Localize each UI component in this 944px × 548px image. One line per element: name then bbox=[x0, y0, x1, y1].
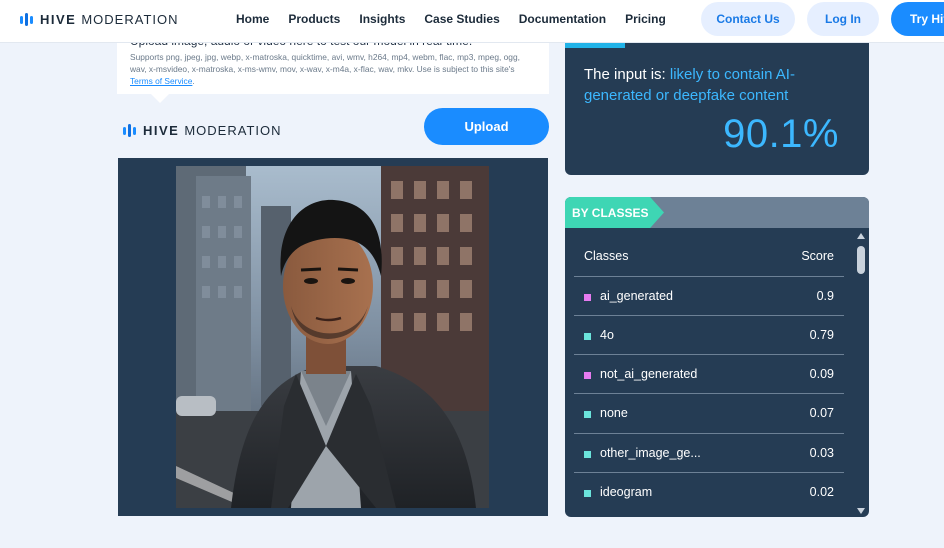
uploaded-photo bbox=[176, 166, 489, 508]
nav-home[interactable]: Home bbox=[236, 12, 269, 26]
class-color-dot bbox=[584, 333, 591, 340]
class-color-dot bbox=[584, 490, 591, 497]
class-color-dot bbox=[584, 451, 591, 458]
class-score: 0.09 bbox=[809, 367, 834, 381]
by-classes-tag: BY CLASSES bbox=[565, 197, 664, 228]
class-color-dot bbox=[584, 372, 591, 379]
result-summary-panel: The input is: likely to contain AI-gener… bbox=[565, 40, 869, 175]
nav-case-studies[interactable]: Case Studies bbox=[424, 12, 499, 26]
class-score: 0.02 bbox=[809, 485, 834, 499]
logo-subbrand: MODERATION bbox=[184, 123, 282, 138]
class-name: none bbox=[600, 406, 628, 420]
table-row: ideogram 0.02 bbox=[574, 472, 844, 511]
hive-logo[interactable]: HIVE MODERATION bbox=[20, 12, 179, 27]
portrait-photo-icon bbox=[176, 166, 489, 508]
result-score: 90.1% bbox=[723, 112, 839, 156]
class-score: 0.9 bbox=[816, 289, 834, 303]
table-row: ai_generated 0.9 bbox=[574, 276, 844, 315]
nav-documentation[interactable]: Documentation bbox=[519, 12, 606, 26]
logo-brand: HIVE bbox=[40, 12, 77, 27]
scroll-thumb[interactable] bbox=[857, 246, 865, 274]
contact-us-button[interactable]: Contact Us bbox=[701, 2, 795, 36]
logo-brand: HIVE bbox=[143, 123, 180, 138]
class-color-dot bbox=[584, 294, 591, 301]
scroll-down-arrow-icon[interactable] bbox=[857, 508, 865, 514]
result-statement: The input is: likely to contain AI-gener… bbox=[584, 64, 854, 106]
class-score: 0.03 bbox=[809, 446, 834, 460]
supported-formats-end: . bbox=[192, 76, 195, 86]
class-name: ai_generated bbox=[600, 289, 673, 303]
hive-logo-icon bbox=[123, 124, 136, 137]
classes-header: BY CLASSES bbox=[565, 197, 869, 228]
class-name: other_image_ge... bbox=[600, 446, 701, 460]
login-button[interactable]: Log In bbox=[807, 2, 879, 36]
upload-card-pointer bbox=[150, 93, 170, 103]
upload-button[interactable]: Upload bbox=[424, 108, 549, 145]
result-prefix: The input is: bbox=[584, 66, 666, 83]
supported-formats-text: Supports png, jpeg, jpg, webp, x-matrosk… bbox=[130, 52, 520, 74]
top-nav: HIVE MODERATION Home Products Insights C… bbox=[0, 0, 944, 43]
classes-panel: BY CLASSES Classes Score ai_generated 0.… bbox=[565, 197, 869, 517]
nav-products[interactable]: Products bbox=[288, 12, 340, 26]
class-score: 0.79 bbox=[809, 328, 834, 342]
nav-insights[interactable]: Insights bbox=[359, 12, 405, 26]
classes-scrollbar[interactable] bbox=[855, 230, 868, 517]
table-row: not_ai_generated 0.09 bbox=[574, 354, 844, 393]
image-preview-panel bbox=[118, 158, 548, 516]
terms-of-service-link[interactable]: Terms of Service bbox=[130, 76, 192, 86]
class-name: 4o bbox=[600, 328, 614, 342]
column-header-score: Score bbox=[801, 249, 834, 263]
class-score: 0.07 bbox=[809, 406, 834, 420]
table-row: other_image_ge... 0.03 bbox=[574, 433, 844, 472]
hive-logo-secondary: HIVE MODERATION bbox=[123, 123, 282, 138]
class-color-dot bbox=[584, 411, 591, 418]
logo-subbrand: MODERATION bbox=[81, 12, 179, 27]
column-header-classes: Classes bbox=[584, 249, 629, 263]
table-row: none 0.07 bbox=[574, 393, 844, 432]
nav-links: Home Products Insights Case Studies Docu… bbox=[236, 12, 685, 26]
nav-pricing[interactable]: Pricing bbox=[625, 12, 666, 26]
scroll-up-arrow-icon[interactable] bbox=[857, 233, 865, 239]
class-name: not_ai_generated bbox=[600, 367, 698, 381]
class-name: ideogram bbox=[600, 485, 653, 499]
table-row: 4o 0.79 bbox=[574, 315, 844, 354]
upload-supported-formats: Supports png, jpeg, jpg, webp, x-matrosk… bbox=[130, 51, 536, 87]
hive-logo-icon bbox=[20, 13, 33, 26]
try-hive-button[interactable]: Try Hive bbox=[891, 2, 944, 36]
